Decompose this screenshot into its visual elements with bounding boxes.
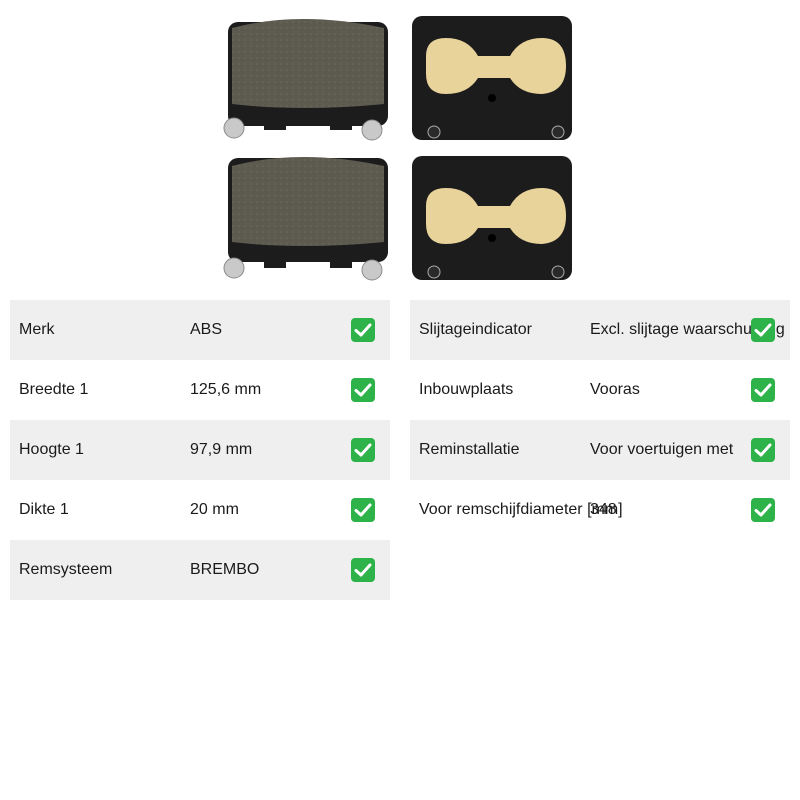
check-icon	[351, 378, 375, 402]
spec-label: Dikte 1	[19, 501, 69, 518]
spec-row: Hoogte 1 97,9 mm	[10, 420, 390, 480]
spec-value: 348	[590, 501, 617, 518]
check-icon	[751, 378, 775, 402]
check-icon	[751, 318, 775, 342]
check-icon	[351, 318, 375, 342]
spec-label: Hoogte 1	[19, 441, 84, 458]
spec-row: Dikte 1 20 mm	[10, 480, 390, 540]
check-icon	[351, 498, 375, 522]
brake-pad-back-bottom	[412, 156, 572, 280]
spec-row: Voor remschijfdiameter [mm] 348	[410, 480, 790, 540]
spec-value: BREMBO	[190, 561, 260, 578]
brake-pads-image	[223, 16, 572, 281]
spec-label: Remsysteem	[19, 561, 113, 578]
spec-value: 97,9 mm	[190, 441, 253, 458]
spec-row: Reminstallatie Voor voertuigen met	[410, 420, 790, 480]
spec-row: Slijtageindicator Excl. slijtage waarsch…	[410, 300, 790, 360]
check-icon	[351, 438, 375, 462]
spec-value: Vooras	[590, 381, 640, 398]
spec-value: 125,6 mm	[190, 381, 262, 398]
spec-row: Inbouwplaats Vooras	[410, 360, 790, 420]
brake-pad-friction-top	[223, 19, 388, 141]
spec-row: Merk ABS	[10, 300, 390, 360]
spec-value: 20 mm	[190, 501, 239, 518]
spec-label: Slijtageindicator	[419, 321, 532, 338]
spec-value: ABS	[190, 321, 223, 338]
spec-label: Inbouwplaats	[419, 381, 514, 398]
brake-pad-back-top	[412, 16, 572, 140]
spec-label: Merk	[19, 321, 55, 338]
spec-value: Voor voertuigen met	[590, 441, 734, 458]
spec-row: Breedte 1 125,6 mm	[10, 360, 390, 420]
check-icon	[751, 498, 775, 522]
check-icon	[751, 438, 775, 462]
check-icon	[351, 558, 375, 582]
spec-row: Remsysteem BREMBO	[10, 540, 390, 600]
spec-table-right: Slijtageindicator Excl. slijtage waarsch…	[410, 300, 790, 540]
brake-pad-friction-bottom	[223, 157, 388, 281]
spec-label: Reminstallatie	[419, 441, 520, 458]
spec-label: Breedte 1	[19, 381, 89, 398]
spec-table-left: Merk ABS Breedte 1 125,6 mm Hoogte 1 97,…	[10, 300, 390, 600]
